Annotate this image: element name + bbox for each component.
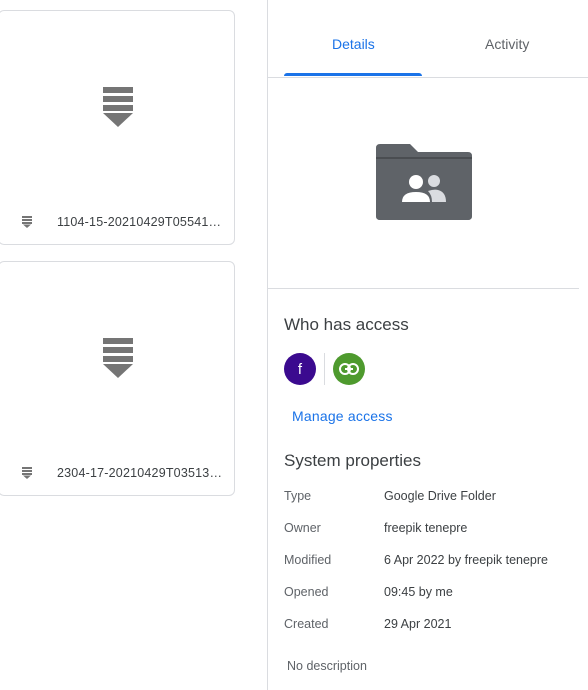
file-card[interactable]: 1104-15-20210429T055410Z-001.zip — [0, 10, 235, 245]
file-name: 2304-17-20210429T035130Z-001.zip — [57, 466, 225, 480]
property-label: Owner — [284, 521, 321, 535]
avatar[interactable]: f — [284, 353, 316, 385]
pane-divider — [267, 0, 268, 690]
link-icon — [339, 363, 359, 375]
file-name: 1104-15-20210429T055410Z-001.zip — [57, 215, 225, 229]
active-tab-indicator — [284, 73, 422, 76]
tab-activity[interactable]: Activity — [485, 36, 529, 52]
zip-icon — [22, 467, 32, 479]
description-text: No description — [287, 659, 367, 673]
property-value: 09:45 by me — [384, 585, 453, 599]
manage-access-link[interactable]: Manage access — [292, 408, 393, 424]
who-has-access-heading: Who has access — [284, 315, 409, 334]
avatar-initial: f — [297, 360, 303, 378]
avatar-separator — [324, 353, 325, 385]
details-tabs: Details Activity — [268, 0, 588, 78]
link-sharing-button[interactable] — [333, 353, 365, 385]
property-label: Created — [284, 617, 329, 631]
property-label: Opened — [284, 585, 329, 599]
property-label: Type — [284, 489, 312, 503]
zip-icon — [22, 216, 32, 228]
file-card[interactable]: 2304-17-20210429T035130Z-001.zip — [0, 261, 235, 496]
property-value: freepik tenepre — [384, 521, 468, 535]
property-value: 6 Apr 2022 by freepik tenepre — [384, 553, 549, 567]
zip-icon — [103, 338, 133, 378]
property-label: Modified — [284, 553, 332, 567]
zip-icon — [103, 87, 133, 127]
property-value: Google Drive Folder — [384, 489, 496, 503]
shared-folder-icon — [376, 144, 472, 220]
system-properties-heading: System properties — [284, 451, 421, 470]
tab-details[interactable]: Details — [332, 36, 375, 52]
property-value: 29 Apr 2021 — [384, 617, 452, 631]
section-divider — [268, 288, 579, 289]
